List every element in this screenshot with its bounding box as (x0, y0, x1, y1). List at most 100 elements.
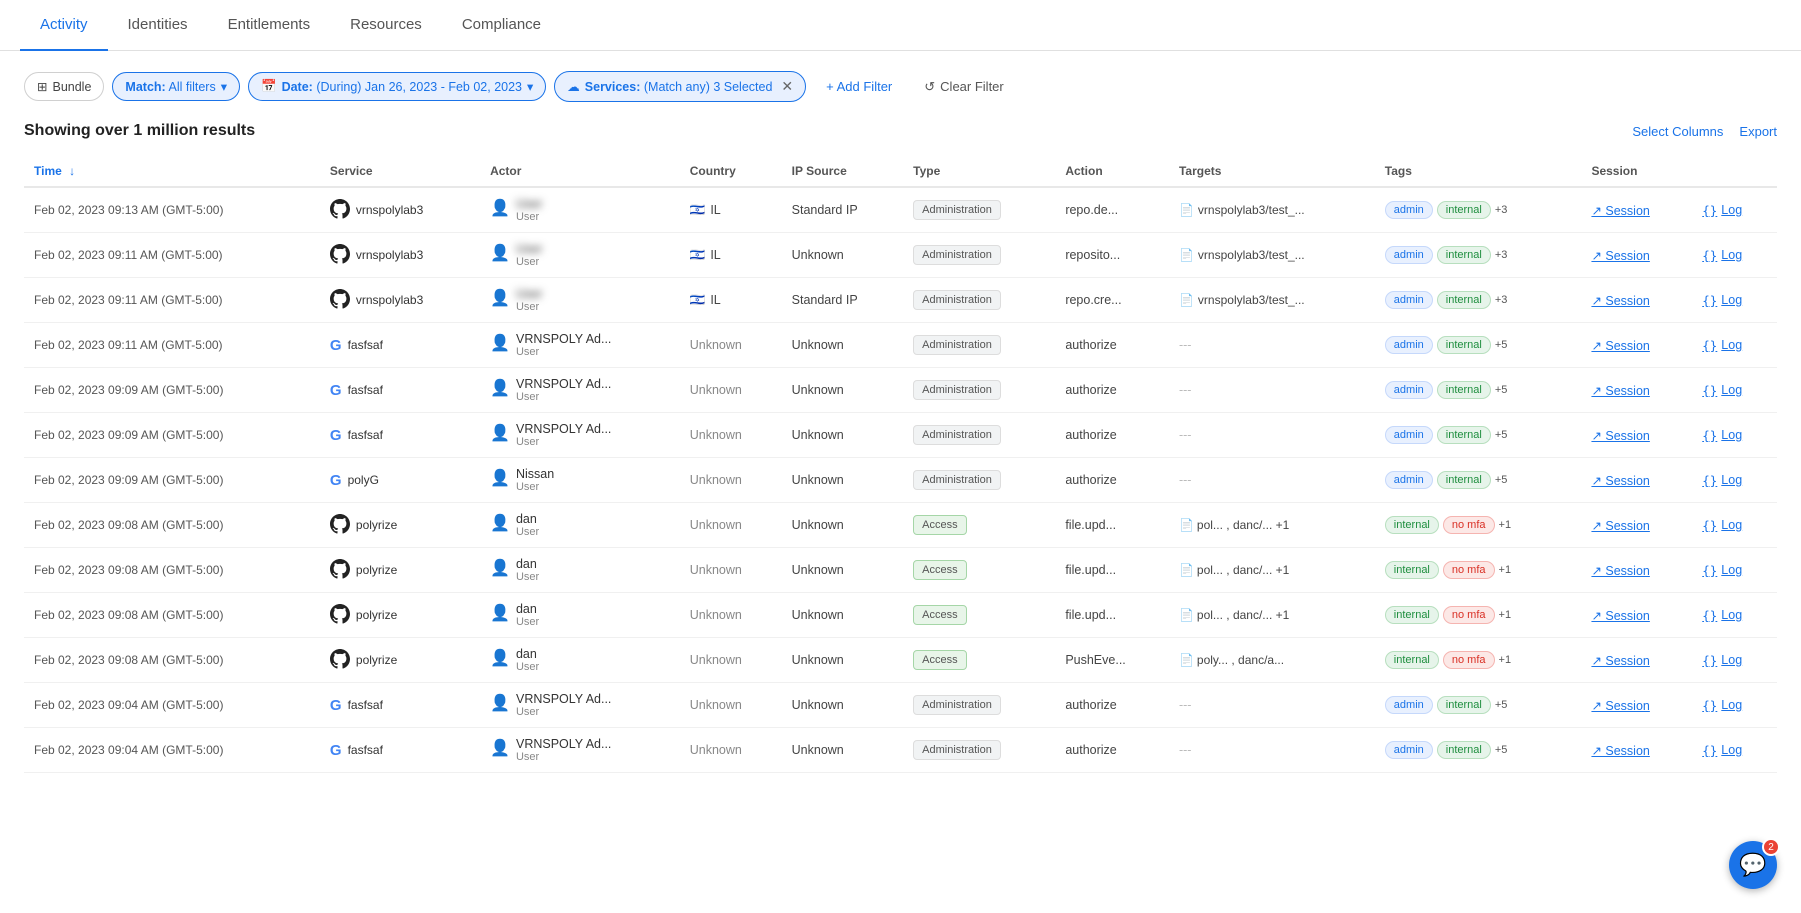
service-icon: G (330, 472, 342, 489)
date-filter[interactable]: 📅 Date: (During) Jan 26, 2023 - Feb 02, … (248, 72, 546, 101)
actor-avatar-icon: 👤 (490, 513, 510, 533)
table-row: Feb 02, 2023 09:09 AM (GMT-5:00) G fasfs… (24, 368, 1777, 413)
log-link[interactable]: {} Log (1702, 293, 1742, 308)
col-ipsource[interactable]: IP Source (782, 156, 904, 187)
log-link[interactable]: {} Log (1702, 743, 1742, 758)
log-link[interactable]: {} Log (1702, 473, 1742, 488)
results-count: Showing over 1 million results (24, 122, 255, 140)
session-link[interactable]: ↗ Session (1591, 608, 1649, 623)
cell-actor: 👤 VRNSPOLY Ad... User (480, 683, 680, 728)
service-icon: G (330, 697, 342, 714)
session-link[interactable]: ↗ Session (1591, 293, 1649, 308)
flag-il: 🇮🇱 (690, 248, 706, 263)
actor-name: VRNSPOLY Ad... (516, 737, 611, 751)
cell-actor: 👤 VRNSPOLY Ad... User (480, 323, 680, 368)
service-icon: G (330, 382, 342, 399)
nav-tab-identities[interactable]: Identities (108, 0, 208, 51)
cell-ipsource: Unknown (782, 503, 904, 548)
log-link[interactable]: {} Log (1702, 383, 1742, 398)
nav-tab-entitlements[interactable]: Entitlements (208, 0, 331, 51)
log-link[interactable]: {} Log (1702, 698, 1742, 713)
col-service[interactable]: Service (320, 156, 480, 187)
cell-session: ↗ Session (1581, 278, 1692, 323)
session-link[interactable]: ↗ Session (1591, 563, 1649, 578)
actor-name: User (516, 197, 542, 211)
cell-session: ↗ Session (1581, 233, 1692, 278)
chat-bubble[interactable]: 💬 2 (1729, 841, 1777, 889)
cell-actor: 👤 dan User (480, 593, 680, 638)
col-tags[interactable]: Tags (1375, 156, 1582, 187)
services-filter[interactable]: ☁ Services: (Match any) 3 Selected ✕ (554, 71, 806, 102)
session-link[interactable]: ↗ Session (1591, 203, 1649, 218)
log-link[interactable]: {} Log (1702, 428, 1742, 443)
target-value: vrnspolylab3/test_... (1198, 248, 1305, 262)
col-time[interactable]: Time ↓ (24, 156, 320, 187)
col-type[interactable]: Type (903, 156, 1055, 187)
targets-empty: --- (1179, 743, 1192, 757)
cell-action: authorize (1055, 683, 1169, 728)
col-targets[interactable]: Targets (1169, 156, 1375, 187)
cell-action: repo.cre... (1055, 278, 1169, 323)
session-link[interactable]: ↗ Session (1591, 698, 1649, 713)
log-link[interactable]: {} Log (1702, 608, 1742, 623)
session-link[interactable]: ↗ Session (1591, 473, 1649, 488)
cell-ipsource: Standard IP (782, 278, 904, 323)
col-country[interactable]: Country (680, 156, 782, 187)
col-action[interactable]: Action (1055, 156, 1169, 187)
service-icon (330, 559, 350, 582)
clear-filter-button[interactable]: ↺ Clear Filter (912, 73, 1015, 101)
table-row: Feb 02, 2023 09:11 AM (GMT-5:00) vrnspol… (24, 278, 1777, 323)
add-filter-button[interactable]: + Add Filter (814, 73, 904, 100)
cell-action: authorize (1055, 323, 1169, 368)
cell-tags: admininternal+3 (1375, 187, 1582, 233)
cell-time: Feb 02, 2023 09:11 AM (GMT-5:00) (24, 323, 320, 368)
session-link[interactable]: ↗ Session (1591, 338, 1649, 353)
nav-tab-resources[interactable]: Resources (330, 0, 442, 51)
services-label: Services: (Match any) 3 Selected (585, 80, 773, 94)
clear-filter-label: Clear Filter (940, 79, 1004, 94)
select-columns-button[interactable]: Select Columns (1632, 124, 1723, 139)
service-icon (330, 289, 350, 312)
session-link[interactable]: ↗ Session (1591, 383, 1649, 398)
service-name: polyrize (356, 608, 397, 622)
actor-name: dan (516, 512, 539, 526)
session-link[interactable]: ↗ Session (1591, 743, 1649, 758)
tag-plus: +5 (1495, 699, 1508, 711)
bundle-filter[interactable]: ⊞ Bundle (24, 72, 104, 101)
col-session[interactable]: Session (1581, 156, 1692, 187)
cell-actor: 👤 VRNSPOLY Ad... User (480, 368, 680, 413)
table-header-row: Time ↓ Service Actor Country IP Source T… (24, 156, 1777, 187)
country-unknown: Unknown (690, 518, 742, 532)
cell-time: Feb 02, 2023 09:08 AM (GMT-5:00) (24, 593, 320, 638)
log-link[interactable]: {} Log (1702, 248, 1742, 263)
cell-type: Access (903, 548, 1055, 593)
nav-tab-activity[interactable]: Activity (20, 0, 108, 51)
tag-nomfa: no mfa (1443, 606, 1495, 624)
session-link[interactable]: ↗ Session (1591, 248, 1649, 263)
log-link[interactable]: {} Log (1702, 518, 1742, 533)
log-link[interactable]: {} Log (1702, 563, 1742, 578)
targets-empty: --- (1179, 698, 1192, 712)
session-link[interactable]: ↗ Session (1591, 518, 1649, 533)
actor-avatar-icon: 👤 (490, 603, 510, 623)
log-link[interactable]: {} Log (1702, 653, 1742, 668)
match-filter[interactable]: Match: All filters ▾ (112, 72, 240, 101)
services-close-icon[interactable]: ✕ (781, 78, 793, 95)
export-button[interactable]: Export (1739, 124, 1777, 139)
nav-tab-compliance[interactable]: Compliance (442, 0, 561, 51)
cell-actor: 👤 VRNSPOLY Ad... User (480, 413, 680, 458)
tag-plus: +3 (1495, 294, 1508, 306)
service-name: vrnspolylab3 (356, 248, 423, 262)
chevron-down-icon: ▾ (221, 79, 227, 94)
table-row: Feb 02, 2023 09:13 AM (GMT-5:00) vrnspol… (24, 187, 1777, 233)
session-link[interactable]: ↗ Session (1591, 428, 1649, 443)
chevron-down-icon: ▾ (527, 79, 533, 94)
log-link[interactable]: {} Log (1702, 203, 1742, 218)
country-unknown: Unknown (690, 608, 742, 622)
col-actor[interactable]: Actor (480, 156, 680, 187)
session-link[interactable]: ↗ Session (1591, 653, 1649, 668)
log-link[interactable]: {} Log (1702, 338, 1742, 353)
table-row: Feb 02, 2023 09:04 AM (GMT-5:00) G fasfs… (24, 683, 1777, 728)
actor-avatar-icon: 👤 (490, 243, 510, 263)
actor-avatar-icon: 👤 (490, 378, 510, 398)
